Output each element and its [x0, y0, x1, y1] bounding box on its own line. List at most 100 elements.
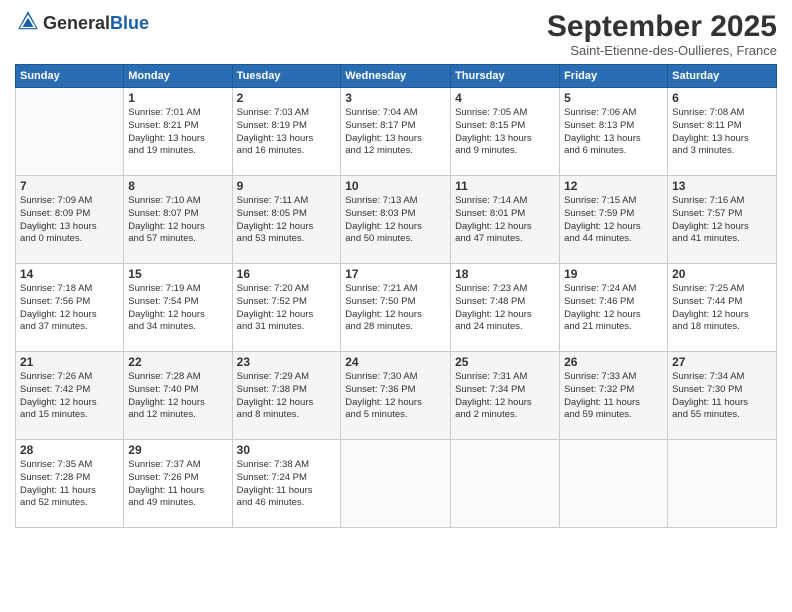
day-info: Sunrise: 7:25 AMSunset: 7:44 PMDaylight:… — [672, 283, 772, 334]
day-number: 1 — [128, 91, 227, 105]
day-info: Sunrise: 7:23 AMSunset: 7:48 PMDaylight:… — [455, 283, 555, 334]
table-row — [560, 440, 668, 528]
day-info: Sunrise: 7:20 AMSunset: 7:52 PMDaylight:… — [237, 283, 337, 334]
day-info: Sunrise: 7:05 AMSunset: 8:15 PMDaylight:… — [455, 107, 555, 158]
col-monday: Monday — [124, 65, 232, 88]
logo-blue-text: Blue — [110, 13, 149, 33]
table-row: 14Sunrise: 7:18 AMSunset: 7:56 PMDayligh… — [16, 264, 124, 352]
day-number: 4 — [455, 91, 555, 105]
day-number: 16 — [237, 267, 337, 281]
table-row: 7 Sunrise: 7:09 AMSunset: 8:09 PMDaylight… — [16, 176, 124, 264]
day-info: Sunrise: 7:11 AMSunset: 8:05 PMDaylight:… — [237, 195, 337, 246]
day-number: 8 — [128, 179, 227, 193]
table-row — [668, 440, 777, 528]
day-info: Sunrise: 7:26 AMSunset: 7:42 PMDaylight:… — [20, 371, 119, 422]
day-info: Sunrise: 7:33 AMSunset: 7:32 PMDaylight:… — [564, 371, 663, 422]
col-sunday: Sunday — [16, 65, 124, 88]
day-info: Sunrise: 7:16 AMSunset: 7:57 PMDaylight:… — [672, 195, 772, 246]
day-number: 22 — [128, 355, 227, 369]
day-number: 21 — [20, 355, 119, 369]
table-row: 2Sunrise: 7:03 AMSunset: 8:19 PMDaylight… — [232, 88, 341, 176]
table-row: 11 Sunrise: 7:14 AMSunset: 8:01 PMDayligh… — [451, 176, 560, 264]
day-info: Sunrise: 7:04 AMSunset: 8:17 PMDaylight:… — [345, 107, 446, 158]
day-number: 13 — [672, 179, 772, 193]
title-section: September 2025 Saint-Etienne-des-Oullier… — [547, 10, 777, 58]
table-row: 10 Sunrise: 7:13 AMSunset: 8:03 PMDayligh… — [341, 176, 451, 264]
day-number: 5 — [564, 91, 663, 105]
table-row: 26 Sunrise: 7:33 AMSunset: 7:32 PMDayligh… — [560, 352, 668, 440]
day-number: 18 — [455, 267, 555, 281]
day-number: 17 — [345, 267, 446, 281]
day-number: 27 — [672, 355, 772, 369]
col-thursday: Thursday — [451, 65, 560, 88]
day-number: 12 — [564, 179, 663, 193]
day-number: 20 — [672, 267, 772, 281]
day-info: Sunrise: 7:01 AMSunset: 8:21 PMDaylight:… — [128, 107, 227, 158]
day-info: Sunrise: 7:19 AMSunset: 7:54 PMDaylight:… — [128, 283, 227, 334]
month-title: September 2025 — [547, 10, 777, 43]
table-row: 23 Sunrise: 7:29 AMSunset: 7:38 PMDayligh… — [232, 352, 341, 440]
day-info: Sunrise: 7:29 AMSunset: 7:38 PMDaylight:… — [237, 371, 337, 422]
day-number: 15 — [128, 267, 227, 281]
table-row: 13 Sunrise: 7:16 AMSunset: 7:57 PMDayligh… — [668, 176, 777, 264]
table-row: 1 Sunrise: 7:01 AMSunset: 8:21 PMDaylight… — [124, 88, 232, 176]
day-info: Sunrise: 7:34 AMSunset: 7:30 PMDaylight:… — [672, 371, 772, 422]
logo: GeneralBlue — [15, 10, 149, 37]
col-saturday: Saturday — [668, 65, 777, 88]
table-row: 27 Sunrise: 7:34 AMSunset: 7:30 PMDayligh… — [668, 352, 777, 440]
day-info: Sunrise: 7:13 AMSunset: 8:03 PMDaylight:… — [345, 195, 446, 246]
col-tuesday: Tuesday — [232, 65, 341, 88]
col-friday: Friday — [560, 65, 668, 88]
table-row: 17 Sunrise: 7:21 AMSunset: 7:50 PMDayligh… — [341, 264, 451, 352]
table-row: 15 Sunrise: 7:19 AMSunset: 7:54 PMDayligh… — [124, 264, 232, 352]
table-row: 24Sunrise: 7:30 AMSunset: 7:36 PMDayligh… — [341, 352, 451, 440]
table-row: 4 Sunrise: 7:05 AMSunset: 8:15 PMDaylight… — [451, 88, 560, 176]
day-info: Sunrise: 7:30 AMSunset: 7:36 PMDaylight:… — [345, 371, 446, 422]
day-info: Sunrise: 7:10 AMSunset: 8:07 PMDaylight:… — [128, 195, 227, 246]
day-number: 25 — [455, 355, 555, 369]
day-number: 9 — [237, 179, 337, 193]
table-row: 8 Sunrise: 7:10 AMSunset: 8:07 PMDaylight… — [124, 176, 232, 264]
day-number: 30 — [237, 443, 337, 457]
day-number: 23 — [237, 355, 337, 369]
day-number: 7 — [20, 179, 119, 193]
col-wednesday: Wednesday — [341, 65, 451, 88]
day-info: Sunrise: 7:15 AMSunset: 7:59 PMDaylight:… — [564, 195, 663, 246]
table-row: 22Sunrise: 7:28 AMSunset: 7:40 PMDayligh… — [124, 352, 232, 440]
day-number: 26 — [564, 355, 663, 369]
day-info: Sunrise: 7:35 AMSunset: 7:28 PMDaylight:… — [20, 459, 119, 510]
table-row — [16, 88, 124, 176]
day-number: 11 — [455, 179, 555, 193]
table-row: 18 Sunrise: 7:23 AMSunset: 7:48 PMDayligh… — [451, 264, 560, 352]
day-info: Sunrise: 7:14 AMSunset: 8:01 PMDaylight:… — [455, 195, 555, 246]
day-number: 10 — [345, 179, 446, 193]
day-number: 28 — [20, 443, 119, 457]
table-row: 19 Sunrise: 7:24 AMSunset: 7:46 PMDayligh… — [560, 264, 668, 352]
calendar-table: Sunday Monday Tuesday Wednesday Thursday… — [15, 64, 777, 528]
calendar-header-row: Sunday Monday Tuesday Wednesday Thursday… — [16, 65, 777, 88]
table-row — [341, 440, 451, 528]
table-row: 3 Sunrise: 7:04 AMSunset: 8:17 PMDaylight… — [341, 88, 451, 176]
day-number: 3 — [345, 91, 446, 105]
day-info: Sunrise: 7:31 AMSunset: 7:34 PMDaylight:… — [455, 371, 555, 422]
table-row: 12 Sunrise: 7:15 AMSunset: 7:59 PMDayligh… — [560, 176, 668, 264]
day-info: Sunrise: 7:21 AMSunset: 7:50 PMDaylight:… — [345, 283, 446, 334]
day-info: Sunrise: 7:03 AMSunset: 8:19 PMDaylight:… — [237, 107, 337, 158]
logo-icon — [17, 10, 39, 32]
location-text: Saint-Etienne-des-Oullieres, France — [547, 43, 777, 58]
table-row: 5 Sunrise: 7:06 AMSunset: 8:13 PMDaylight… — [560, 88, 668, 176]
day-info: Sunrise: 7:06 AMSunset: 8:13 PMDaylight:… — [564, 107, 663, 158]
logo-general-text: General — [43, 13, 110, 33]
table-row: 25 Sunrise: 7:31 AMSunset: 7:34 PMDayligh… — [451, 352, 560, 440]
day-number: 19 — [564, 267, 663, 281]
day-info: Sunrise: 7:09 AMSunset: 8:09 PMDaylight:… — [20, 195, 119, 246]
day-number: 6 — [672, 91, 772, 105]
table-row — [451, 440, 560, 528]
day-info: Sunrise: 7:08 AMSunset: 8:11 PMDaylight:… — [672, 107, 772, 158]
day-info: Sunrise: 7:37 AMSunset: 7:26 PMDaylight:… — [128, 459, 227, 510]
day-number: 29 — [128, 443, 227, 457]
table-row: 30Sunrise: 7:38 AMSunset: 7:24 PMDayligh… — [232, 440, 341, 528]
table-row: 28 Sunrise: 7:35 AMSunset: 7:28 PMDayligh… — [16, 440, 124, 528]
day-info: Sunrise: 7:24 AMSunset: 7:46 PMDaylight:… — [564, 283, 663, 334]
day-number: 14 — [20, 267, 119, 281]
